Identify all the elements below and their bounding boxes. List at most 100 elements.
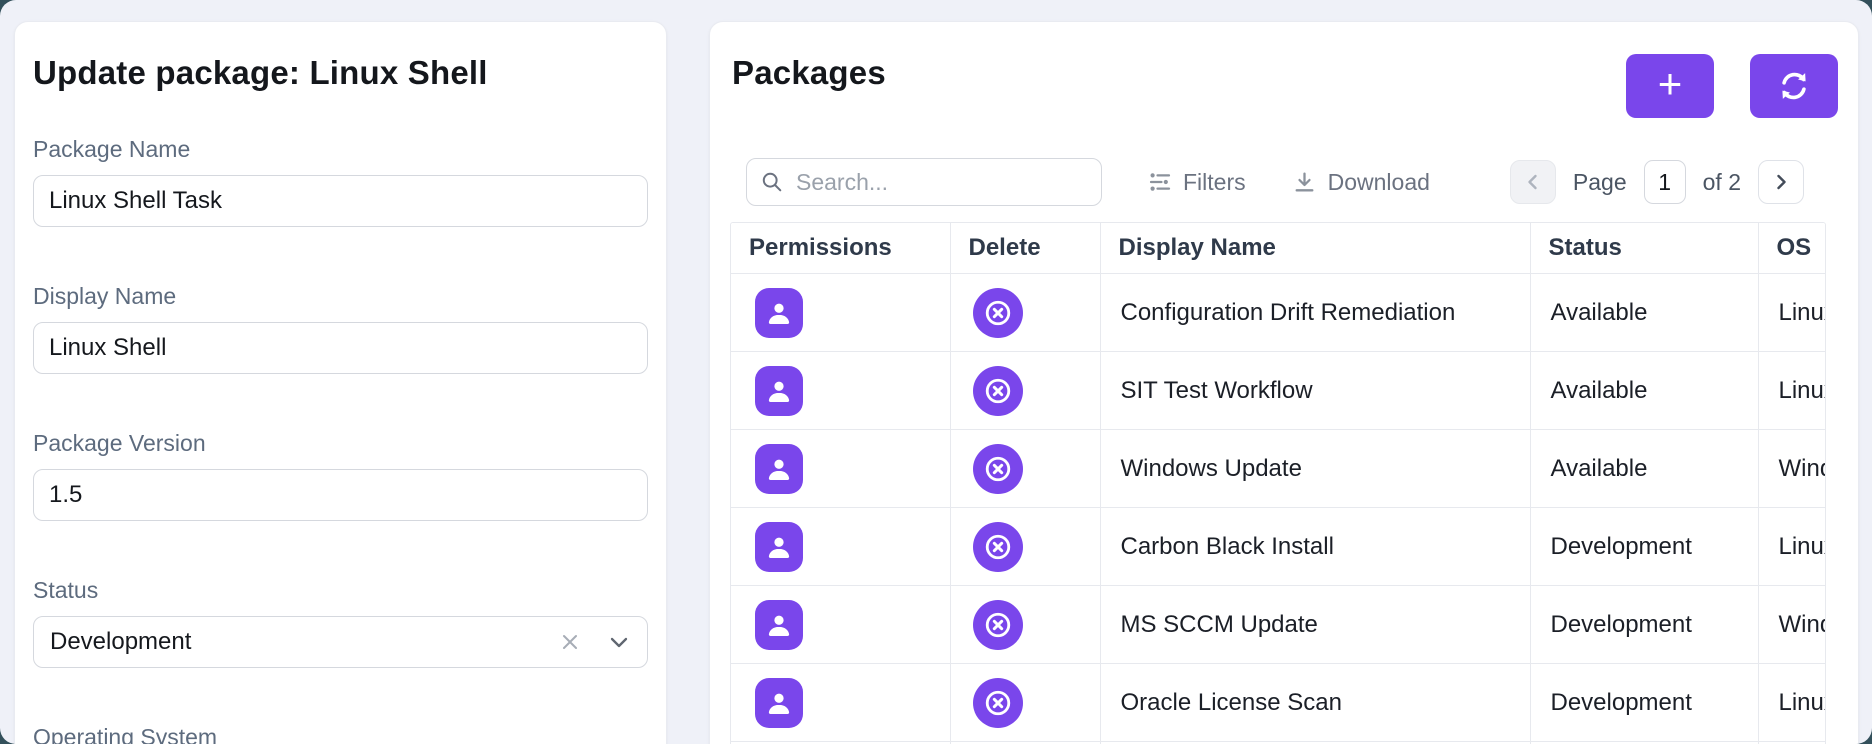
column-header-permissions: Permissions — [731, 223, 950, 274]
display-name-field-group: Display Name — [33, 283, 648, 374]
circle-x-icon — [981, 452, 1015, 486]
x-icon[interactable] — [559, 631, 581, 653]
cell-status: Development — [1529, 663, 1758, 742]
cell-display-name: Windows Update — [1099, 429, 1530, 508]
circle-x-icon — [981, 374, 1015, 408]
update-package-panel: Update package: Linux Shell Package Name… — [14, 21, 667, 744]
refresh-button[interactable] — [1750, 54, 1838, 118]
table-row: MS SCCM Update Development Windows — [731, 585, 1825, 664]
circle-x-icon — [981, 608, 1015, 642]
display-name-label: Display Name — [33, 283, 177, 309]
permissions-button[interactable] — [755, 287, 803, 338]
cell-display-name: SIT Test Workflow — [1099, 351, 1530, 430]
cell-os: Linux — [1757, 663, 1825, 742]
package-name-field-group: Package Name — [33, 136, 648, 227]
circle-x-icon — [981, 530, 1015, 564]
filters-label: Filters — [1183, 168, 1246, 195]
cell-status: Available — [1529, 429, 1758, 508]
person-icon — [764, 688, 794, 718]
package-name-input[interactable] — [33, 175, 648, 227]
operating-system-label: Operating System — [33, 724, 218, 744]
cell-display-name: Carbon Black Install — [1099, 507, 1530, 586]
package-version-field-group: Package Version — [33, 430, 648, 521]
page-total-label: of 2 — [1702, 168, 1741, 195]
cell-os: Linux — [1757, 273, 1825, 352]
chevron-left-icon — [1528, 174, 1537, 190]
sliders-icon — [1149, 173, 1171, 191]
person-icon — [764, 610, 794, 640]
permissions-button[interactable] — [755, 443, 803, 494]
chevron-right-icon — [1777, 174, 1786, 190]
circle-x-icon — [981, 296, 1015, 330]
cell-os: Linux — [1757, 351, 1825, 430]
table-toolbar: Filters Download Page of — [746, 158, 1804, 206]
table-header-row: Permissions Delete Display Name Status O… — [731, 223, 1825, 274]
table-row: SIT Test Workflow Available Linux — [731, 351, 1825, 430]
package-version-label: Package Version — [33, 430, 206, 456]
status-label: Status — [33, 577, 99, 603]
plus-icon: + — [1657, 60, 1683, 107]
packages-panel: Packages + Search... Filters Download Pa… — [709, 21, 1859, 744]
packages-header: Packages + — [730, 48, 1838, 118]
page-label: Page — [1572, 168, 1627, 195]
permissions-button[interactable] — [755, 365, 803, 416]
packages-table: Permissions Delete Display Name Status O… — [730, 222, 1826, 744]
search-input[interactable] — [794, 167, 1088, 197]
permissions-button[interactable] — [755, 677, 803, 728]
display-name-input[interactable] — [33, 322, 648, 374]
column-header-status: Status — [1529, 223, 1758, 274]
previous-page-button[interactable] — [1509, 160, 1556, 204]
table-row: Carbon Black Install Development Linux — [731, 507, 1825, 586]
person-icon — [764, 298, 794, 328]
circle-x-icon — [981, 686, 1015, 720]
status-select-value: Development — [50, 628, 192, 655]
delete-button[interactable] — [972, 677, 1023, 728]
chevron-down-icon[interactable] — [607, 630, 631, 654]
delete-button[interactable] — [972, 365, 1023, 416]
cell-os: Linux — [1757, 507, 1825, 586]
download-label: Download — [1327, 168, 1430, 195]
pagination: Page of 2 — [1509, 160, 1804, 204]
column-header-delete: Delete — [949, 223, 1100, 274]
packages-title: Packages — [732, 54, 886, 91]
delete-button[interactable] — [972, 599, 1023, 650]
cell-os: Windows — [1757, 585, 1825, 664]
next-page-button[interactable] — [1758, 160, 1804, 204]
app-viewport: Update package: Linux Shell Package Name… — [0, 0, 1872, 744]
sync-arrows-icon — [1776, 68, 1812, 104]
cell-status: Available — [1529, 351, 1758, 430]
cell-display-name: MS SCCM Update — [1099, 585, 1530, 664]
page-number-input[interactable] — [1643, 160, 1686, 204]
permissions-button[interactable] — [755, 599, 803, 650]
column-header-display-name: Display Name — [1099, 223, 1530, 274]
search-box[interactable] — [746, 158, 1102, 206]
delete-button[interactable] — [972, 443, 1023, 494]
arrow-down-to-line-icon — [1295, 172, 1314, 191]
update-panel-title: Update package: Linux Shell — [33, 54, 488, 91]
table-row: Oracle License Scan Development Linux — [731, 663, 1825, 742]
filters-button[interactable]: Filters — [1148, 169, 1246, 196]
table-row: Windows Update Available Windows — [731, 429, 1825, 508]
cell-display-name: Configuration Drift Remediation — [1099, 273, 1530, 352]
cell-status: Available — [1529, 273, 1758, 352]
add-package-button[interactable]: + — [1626, 54, 1714, 118]
status-select[interactable]: Development — [33, 616, 648, 668]
package-name-label: Package Name — [33, 136, 191, 162]
status-field-group: Status Development — [33, 577, 648, 668]
table-row: Configuration Drift Remediation Availabl… — [731, 273, 1825, 352]
search-icon — [762, 172, 782, 192]
column-header-os: OS — [1757, 223, 1825, 274]
person-icon — [764, 376, 794, 406]
operating-system-field-group: Operating System — [33, 724, 648, 744]
package-version-input[interactable] — [33, 469, 648, 521]
cell-display-name: Oracle License Scan — [1099, 663, 1530, 742]
person-icon — [764, 454, 794, 484]
cell-status: Development — [1529, 585, 1758, 664]
cell-os: Windows — [1757, 429, 1825, 508]
cell-status: Development — [1529, 507, 1758, 586]
download-button[interactable]: Download — [1292, 169, 1430, 196]
permissions-button[interactable] — [755, 521, 803, 572]
person-icon — [764, 532, 794, 562]
delete-button[interactable] — [972, 521, 1023, 572]
delete-button[interactable] — [972, 287, 1023, 338]
